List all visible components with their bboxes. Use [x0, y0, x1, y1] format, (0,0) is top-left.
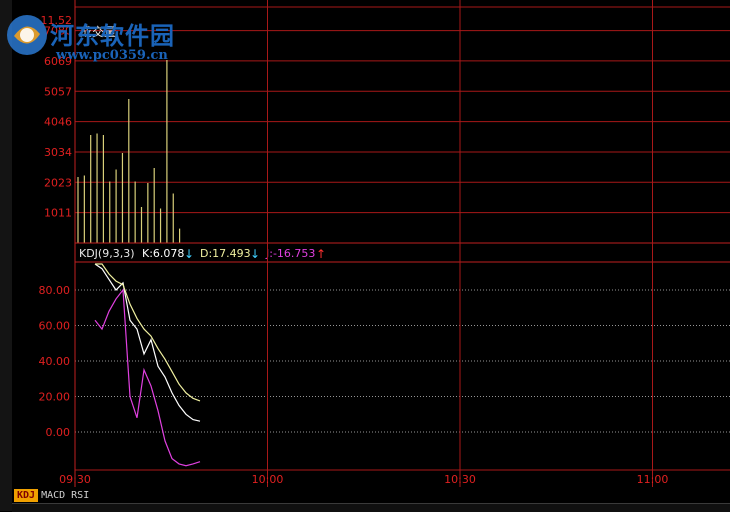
tab-macd[interactable]: MACD: [38, 489, 68, 502]
time-tick-label: 10:00: [252, 473, 284, 486]
volume-y-top-label: 11.52: [41, 14, 73, 27]
volume-y-tick-label: 2023: [44, 176, 72, 189]
kdj-j-label: J:-16.753: [265, 247, 315, 260]
kdj-y-tick-label: 40.00: [39, 355, 71, 368]
kdj-name: KDJ(9,3,3): [79, 247, 135, 260]
tab-rsi[interactable]: RSI: [68, 489, 92, 502]
volume-y-tick-label: 3034: [44, 146, 72, 159]
tab-kdj[interactable]: KDJ: [14, 488, 39, 502]
k-down-arrow-icon: ↓: [184, 247, 194, 261]
volume-panel-title: 成交量: [80, 24, 116, 39]
time-tick-label: 11:00: [637, 473, 669, 486]
stock-chart: 101120233034404650576069708011.52 成交量 KD…: [39, 0, 730, 487]
d-line: [95, 263, 201, 402]
kdj-k-label: K:6.078: [142, 247, 184, 260]
kdj-grid: [75, 289, 730, 433]
j-line: [94, 288, 201, 467]
time-tick-label: 10:30: [444, 473, 476, 486]
volume-y-tick-label: 4046: [44, 116, 72, 129]
kdj-lines: [94, 263, 201, 467]
volume-y-tick-label: 5057: [44, 85, 72, 98]
volume-y-ticks: 101120233034404650576069708011.52: [41, 14, 73, 220]
kdj-y-tick-label: 80.00: [39, 284, 71, 297]
d-down-arrow-icon: ↓: [250, 247, 260, 261]
kdj-y-tick-label: 60.00: [39, 320, 71, 333]
indicator-tabs: KDJ MACD RSI: [12, 487, 730, 503]
time-axis: 09:30 10:00 10:30 11:00: [59, 473, 668, 486]
volume-y-tick-label: 6069: [44, 55, 72, 68]
j-up-arrow-icon: ↑: [316, 247, 326, 261]
kdj-d-label: D:17.493: [200, 247, 251, 260]
volume-grid: [75, 6, 730, 214]
kdj-y-tick-label: 20.00: [39, 391, 71, 404]
k-line: [94, 263, 201, 422]
kdj-y-ticks: 80.00 60.00 40.00 20.00 0.00: [39, 284, 71, 439]
kdj-y-tick-label: 0.00: [46, 426, 71, 439]
volume-y-tick-label: 1011: [44, 207, 72, 220]
